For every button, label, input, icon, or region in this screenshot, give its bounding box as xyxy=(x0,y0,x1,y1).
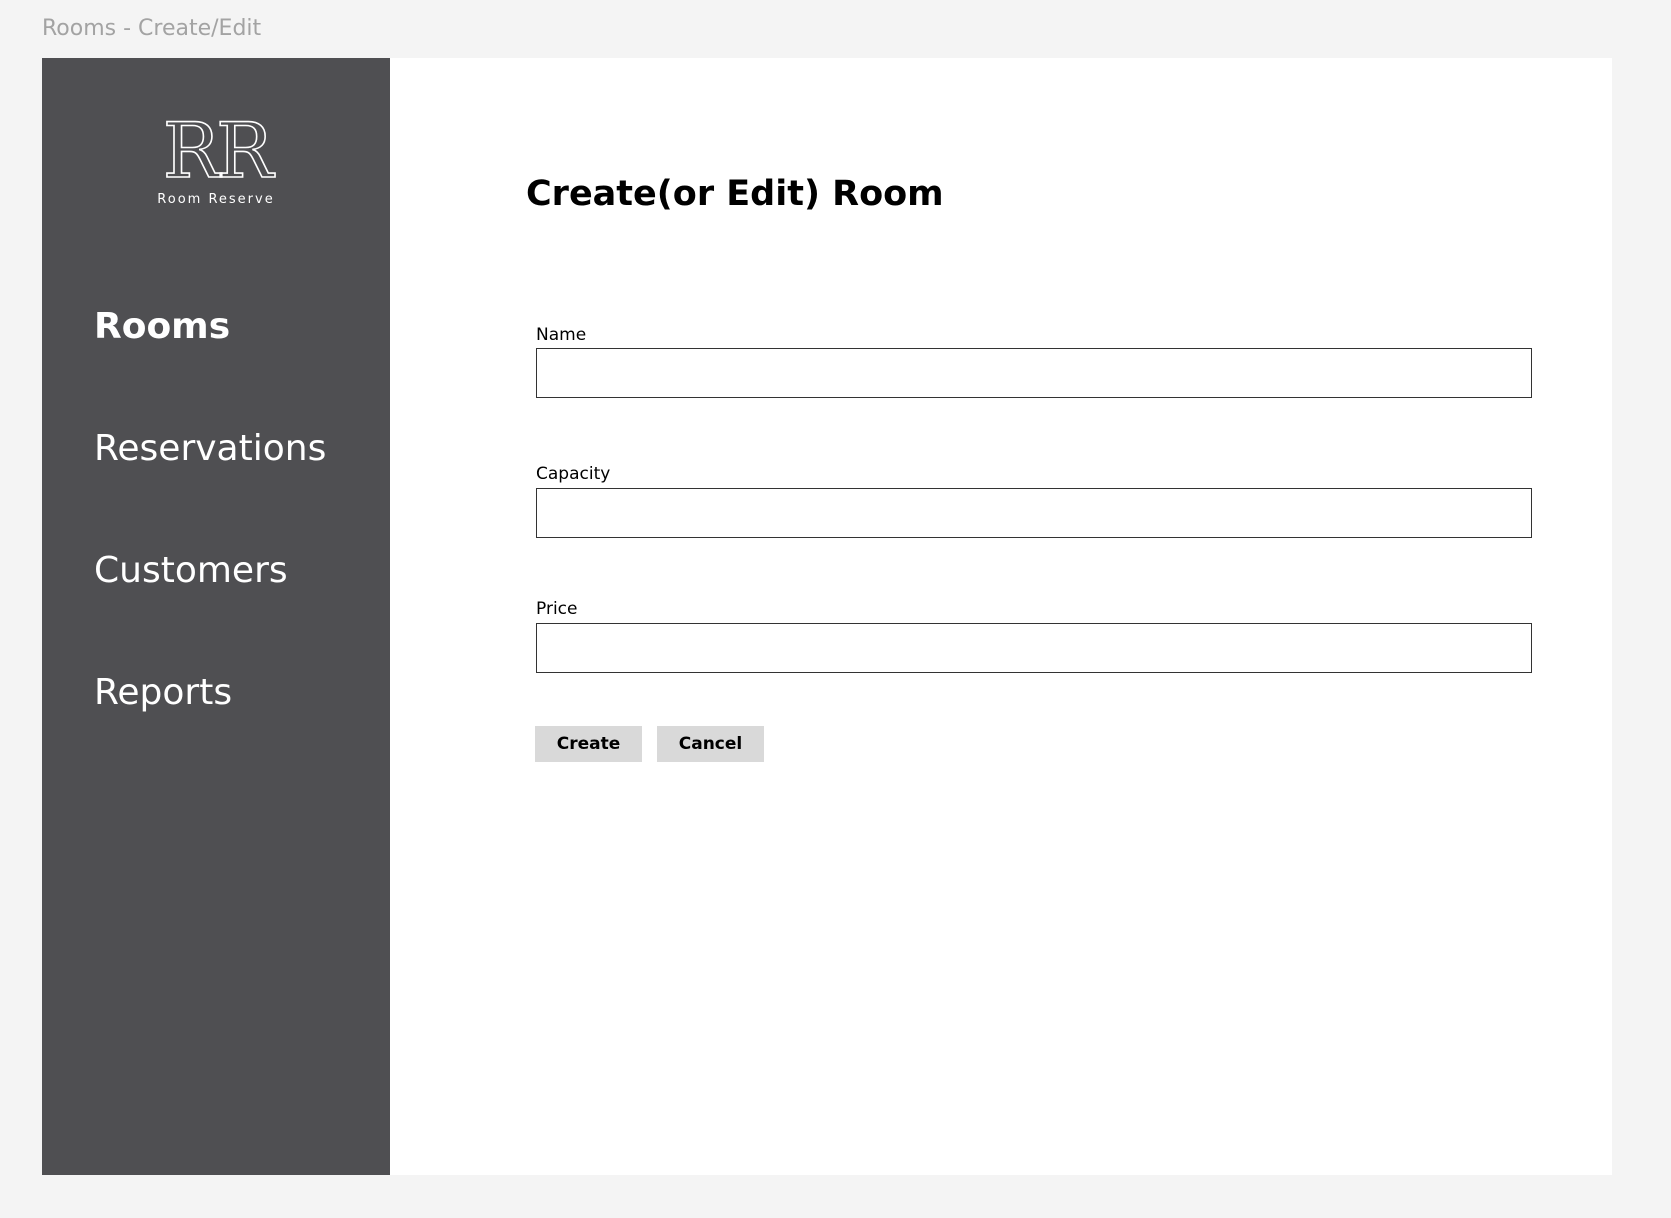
logo: RR Room Reserve xyxy=(42,106,390,207)
main-content: Create(or Edit) Room Name Capacity Price… xyxy=(390,58,1612,1175)
app-window: RR Room Reserve Rooms Reservations Custo… xyxy=(42,58,1612,1175)
price-label: Price xyxy=(536,599,578,619)
sidebar-item-rooms[interactable]: Rooms xyxy=(94,307,230,347)
capacity-label: Capacity xyxy=(536,464,611,484)
sidebar-item-reports[interactable]: Reports xyxy=(94,673,232,713)
name-field[interactable] xyxy=(536,348,1532,398)
name-label: Name xyxy=(536,325,587,345)
logo-mark: RR xyxy=(162,106,274,195)
capacity-field[interactable] xyxy=(536,488,1532,538)
cancel-button[interactable]: Cancel xyxy=(657,726,764,762)
create-button[interactable]: Create xyxy=(535,726,642,762)
price-field[interactable] xyxy=(536,623,1532,673)
page-title: Create(or Edit) Room xyxy=(526,174,944,214)
sidebar-item-reservations[interactable]: Reservations xyxy=(94,429,326,469)
frame-title: Rooms - Create/Edit xyxy=(42,16,262,41)
logo-text: Room Reserve xyxy=(157,192,275,207)
sidebar: RR Room Reserve Rooms Reservations Custo… xyxy=(42,58,390,1175)
sidebar-item-customers[interactable]: Customers xyxy=(94,551,288,591)
